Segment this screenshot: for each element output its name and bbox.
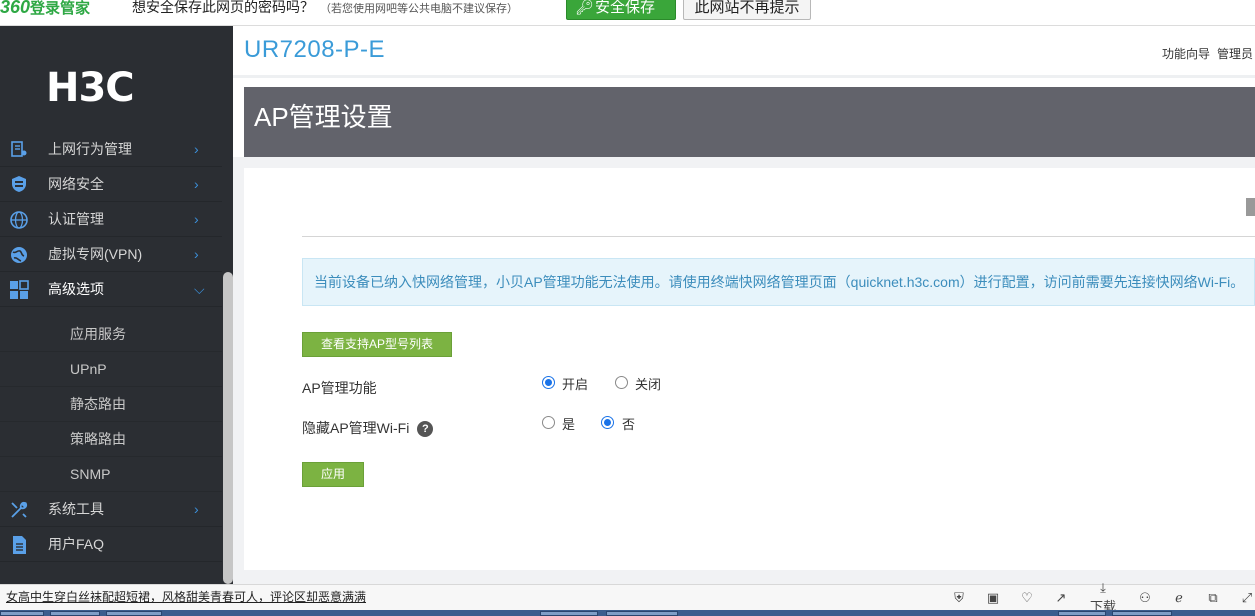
subitem-label: 策略路由 (70, 431, 126, 447)
nav-wizard-link[interactable]: 功能向导 (1162, 47, 1210, 61)
sidebar-item-vpn[interactable]: 虚拟专网(VPN) › (0, 237, 222, 272)
ap-manage-on-radio[interactable] (542, 376, 555, 389)
ap-model-list-button[interactable]: 查看支持AP型号列表 (302, 332, 452, 357)
h3c-logo: H3C (46, 65, 135, 111)
page-title: AP管理设置 (254, 102, 393, 132)
device-name: UR7208-P-E (244, 36, 386, 63)
nav-admin-link[interactable]: 管理员 (1217, 47, 1253, 61)
subitem-static-route[interactable]: 静态路由 (0, 387, 222, 422)
browser-status-bar: 女高中生穿白丝袜配超短裙，风格甜美青春可人，评论区却恶意满满 ⛨ ▣ ♡ ↗ ⤓… (0, 580, 1255, 614)
question-text: 想安全保存此网页的密码吗？ (132, 0, 314, 15)
sidebar: H3C 上网行为管理 › 网络安全 › 认证管理 › 虚拟专网(VPN) › 高… (0, 26, 233, 584)
tools-icon (8, 500, 30, 520)
ap-manage-off-radio[interactable] (615, 376, 628, 389)
ap-manage-label: AP管理功能 (302, 380, 377, 396)
vpn-globe-icon (8, 245, 30, 265)
chevron-right-icon: › (194, 141, 199, 157)
safe-save-button[interactable]: 🔑︎安全保存 (566, 0, 676, 20)
quicknet-notice: 当前设备已纳入快网络管理，小贝AP管理功能无法使用。请使用终端快网络管理页面（q… (302, 258, 1255, 306)
help-icon[interactable]: ? (417, 421, 434, 438)
question-hint: （若您使用网吧等公共电脑不建议保存） (320, 3, 518, 15)
sidebar-item-advanced[interactable]: 高级选项 ⌵ (0, 272, 222, 307)
content-divider (302, 236, 1255, 237)
sidebar-item-label: 高级选项 (48, 281, 104, 297)
chevron-right-icon: › (194, 176, 199, 192)
subitem-upnp[interactable]: UPnP (0, 352, 222, 387)
apply-button[interactable]: 应用 (302, 462, 364, 487)
status-tools: ⛨ ▣ ♡ ↗ ⤓ 下载 ⚇ ℯ ⧉ ⤢ (942, 580, 1255, 614)
hide-wifi-label-row: 隐藏AP管理Wi-Fi? (302, 418, 434, 438)
card-corner-mark (1246, 198, 1255, 216)
logo-360: 360登录管家 (0, 0, 90, 20)
chevron-right-icon: › (194, 246, 199, 262)
zoom-icon[interactable]: ⤢ (1230, 590, 1255, 606)
chevron-down-icon: ⌵ (194, 281, 205, 297)
shield-icon (8, 175, 30, 195)
sidebar-item-label: 网络安全 (48, 176, 104, 192)
heart-icon[interactable]: ♡ (1010, 590, 1044, 606)
safe-save-label: 安全保存 (595, 0, 656, 16)
sidebar-item-auth[interactable]: 认证管理 › (0, 202, 222, 237)
taskbar-item[interactable] (606, 611, 678, 616)
sidebar-item-label: 认证管理 (48, 211, 104, 227)
subitem-app-service[interactable]: 应用服务 (0, 317, 222, 352)
ie-icon[interactable]: ℯ (1162, 590, 1196, 606)
save-password-question: 想安全保存此网页的密码吗？ （若您使用网吧等公共电脑不建议保存） (132, 0, 518, 16)
top-divider (233, 75, 1255, 78)
subitem-policy-route[interactable]: 策略路由 (0, 422, 222, 457)
taskbar-item[interactable] (50, 611, 100, 616)
taskbar-item[interactable] (1112, 611, 1172, 616)
hide-wifi-no-label: 否 (622, 417, 636, 432)
hide-wifi-no-radio[interactable] (601, 416, 614, 429)
sidebar-item-label: 虚拟专网(VPN) (48, 246, 143, 262)
sidebar-item-faq[interactable]: 用户FAQ (0, 527, 222, 562)
chevron-right-icon: › (194, 501, 199, 517)
subitem-label: SNMP (70, 466, 111, 482)
subitem-label: 应用服务 (70, 326, 126, 342)
ap-manage-on-label: 开启 (562, 377, 589, 392)
never-prompt-button[interactable]: 此网站不再提示 (683, 0, 811, 20)
sidebar-item-security[interactable]: 网络安全 › (0, 167, 222, 202)
window-icon[interactable]: ⧉ (1196, 590, 1230, 606)
behavior-icon (8, 140, 30, 160)
taskbar-item[interactable] (1058, 611, 1106, 616)
content-card (244, 168, 1255, 570)
sidebar-scrollbar[interactable] (223, 272, 233, 584)
sidebar-item-label: 用户FAQ (48, 536, 105, 552)
grid-icon (8, 280, 30, 300)
hide-wifi-label: 隐藏AP管理Wi-Fi (302, 420, 410, 436)
subitem-label: 静态路由 (70, 396, 126, 412)
image-icon[interactable]: ▣ (976, 590, 1010, 606)
key-icon: 🔑︎ (575, 0, 595, 16)
news-link[interactable]: 女高中生穿白丝袜配超短裙，风格甜美青春可人，评论区却恶意满满 (6, 585, 366, 610)
os-taskbar (0, 610, 1255, 616)
incognito-icon[interactable]: ⚇ (1128, 590, 1162, 606)
globe-icon (8, 210, 30, 230)
download-icon: ⤓ (1100, 580, 1106, 595)
logo-360-text: 登录管家 (30, 0, 91, 17)
chevron-right-icon: › (194, 211, 199, 227)
taskbar-item[interactable] (106, 611, 162, 616)
subitem-label: UPnP (70, 361, 107, 377)
hide-wifi-yes-label: 是 (562, 417, 576, 432)
logo-360-number: 360 (0, 0, 31, 17)
security-shield-icon[interactable]: ⛨ (942, 590, 976, 606)
top-nav: 功能向导 管理员 (1162, 45, 1255, 62)
sidebar-item-system-tools[interactable]: 系统工具 › (0, 492, 222, 527)
page-header: AP管理设置 (244, 87, 1255, 157)
brand: H3C (0, 26, 233, 136)
subitem-snmp[interactable]: SNMP (0, 457, 222, 492)
document-icon (8, 535, 30, 555)
hide-wifi-yes-radio[interactable] (542, 416, 555, 429)
taskbar-item[interactable] (540, 611, 598, 616)
sidebar-item-behavior[interactable]: 上网行为管理 › (0, 132, 222, 167)
rocket-icon[interactable]: ↗ (1044, 590, 1078, 606)
password-save-bar: 360登录管家 想安全保存此网页的密码吗？ （若您使用网吧等公共电脑不建议保存） … (0, 0, 1255, 26)
taskbar-item[interactable] (0, 611, 44, 616)
ap-manage-off-label: 关闭 (635, 377, 662, 392)
sidebar-item-label: 系统工具 (48, 501, 104, 517)
sidebar-item-label: 上网行为管理 (48, 141, 132, 157)
